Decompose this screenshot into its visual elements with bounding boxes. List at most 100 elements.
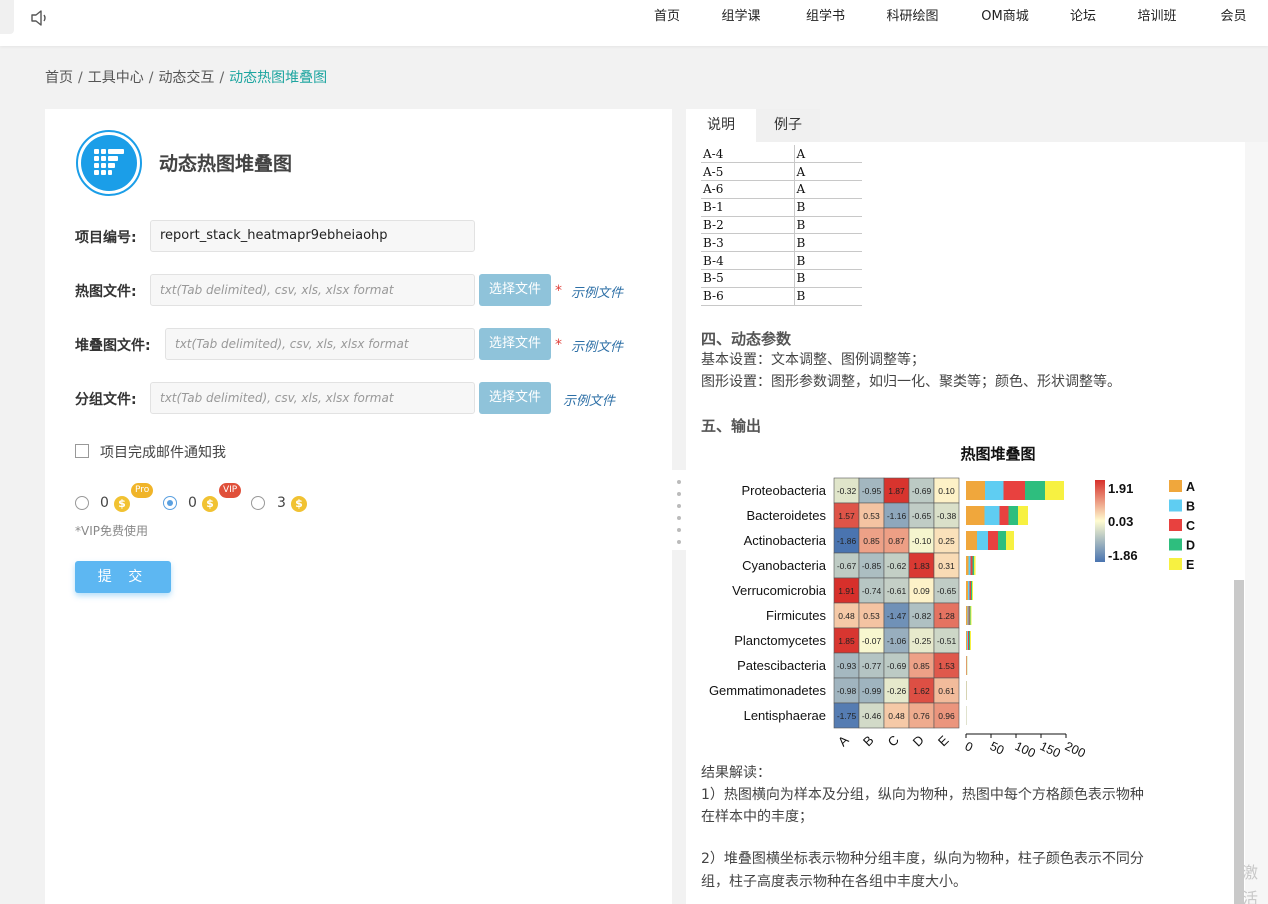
project-id-field[interactable]: report_stack_heatmapr9ebheiaohp xyxy=(150,220,475,252)
colorbar-max: 1.91 xyxy=(1108,481,1133,496)
table-row: A-5 A xyxy=(701,162,862,182)
group-file-label: 分组文件: xyxy=(75,392,137,408)
nav-item[interactable]: 培训班 xyxy=(1115,0,1199,34)
nav-item[interactable]: OM商城 xyxy=(959,0,1051,34)
stack-bar-segment xyxy=(977,531,988,550)
paragraph: 组，柱子高度表示物种在各组中丰度大小。 xyxy=(701,874,967,890)
group-file-table: A-4 A A-5 A A-6 A B-1 B B-2 B B-3 B B-4 B B-5 B B-6 B xyxy=(701,145,862,306)
submit-button[interactable]: 提 交 xyxy=(75,561,171,593)
vip-note: *VIP免费使用 xyxy=(75,524,148,538)
cell-value: -0.67 xyxy=(837,561,857,571)
group-example-link[interactable]: 示例文件 xyxy=(563,390,615,409)
stack-bar-segment xyxy=(970,556,973,575)
breadcrumb-item[interactable]: 工具中心 xyxy=(88,70,144,86)
stack-bar-segment xyxy=(1045,481,1064,500)
x-tick-label: 100 xyxy=(1013,739,1038,761)
main-nav: 首页 组学课 组学书 科研绘图 OM商城 论坛 培训班 会员 xyxy=(637,0,1268,34)
heatmap-choose-file-button[interactable]: 选择文件 xyxy=(479,274,551,306)
doc-tabs: 说明 例子 xyxy=(686,109,820,142)
stack-bar-segment xyxy=(966,631,967,650)
stack-file-input[interactable]: txt(Tab delimited), csv, xls, xlsx forma… xyxy=(165,328,475,360)
stack-bar-segment xyxy=(1003,481,1025,500)
row-label: Planctomycetes xyxy=(734,633,826,648)
cell-value: 0.09 xyxy=(913,586,930,596)
cell-value: -1.06 xyxy=(887,636,907,646)
scrollbar-thumb[interactable] xyxy=(1234,580,1244,904)
tab-example[interactable]: 例子 xyxy=(756,109,820,142)
price-option-radio[interactable] xyxy=(163,496,177,510)
stack-choose-file-button[interactable]: 选择文件 xyxy=(479,328,551,360)
panel-resize-handle[interactable] xyxy=(672,470,686,550)
table-cell: B-2 xyxy=(701,216,795,235)
stack-bar-segment xyxy=(971,581,972,600)
table-row: B-6 B xyxy=(701,287,862,306)
row-label: Bacteroidetes xyxy=(747,508,827,523)
breadcrumb-item[interactable]: 动态交互 xyxy=(158,70,214,86)
x-tick-label: 150 xyxy=(1038,739,1063,761)
row-label: Lentisphaerae xyxy=(744,708,826,723)
cell-value: 0.85 xyxy=(913,661,930,671)
cell-value: -0.51 xyxy=(937,636,957,646)
stack-bar-segment xyxy=(966,556,969,575)
stack-bar-segment xyxy=(972,581,973,600)
stack-bar-segment xyxy=(985,481,1004,500)
cell-value: -0.77 xyxy=(862,661,882,671)
section-title: 五、输出 xyxy=(701,417,762,435)
column-label: B xyxy=(860,732,877,749)
stack-bar-segment xyxy=(967,606,969,625)
cell-value: 1.91 xyxy=(838,586,855,596)
price-value: 3 xyxy=(277,495,286,511)
price-value: 0 xyxy=(188,495,197,511)
nav-item[interactable]: 首页 xyxy=(637,0,697,34)
email-notify-checkbox[interactable] xyxy=(75,444,89,458)
colorbar-min: -1.86 xyxy=(1108,548,1138,563)
legend-swatch xyxy=(1169,499,1182,512)
cell-value: 1.53 xyxy=(938,661,955,671)
cell-value: -0.74 xyxy=(862,586,882,596)
x-tick-label: 50 xyxy=(988,739,1007,758)
cell-value: 0.53 xyxy=(863,611,880,621)
stack-example-link[interactable]: 示例文件 xyxy=(571,336,623,355)
group-file-input[interactable]: txt(Tab delimited), csv, xls, xlsx forma… xyxy=(150,382,475,414)
coin-icon: $ xyxy=(114,496,130,512)
nav-item[interactable]: 科研绘图 xyxy=(866,0,959,34)
heatmap-example-link[interactable]: 示例文件 xyxy=(571,282,623,301)
price-option-radio[interactable] xyxy=(251,496,265,510)
nav-item[interactable]: 组学课 xyxy=(697,0,785,34)
cell-value: -0.62 xyxy=(887,561,907,571)
paragraph: 1）热图横向为样本及分组，纵向为物种，热图中每个方格颜色表示物种 xyxy=(701,787,1144,803)
stack-bar-segment xyxy=(998,531,1006,550)
row-label: Gemmatimonadetes xyxy=(709,683,827,698)
stack-bar-segment xyxy=(967,631,968,650)
breadcrumb-item[interactable]: 首页 xyxy=(45,70,73,86)
table-cell: A xyxy=(794,180,862,199)
table-cell: A xyxy=(794,162,862,182)
speaker-icon[interactable] xyxy=(30,9,50,27)
stack-bar-segment xyxy=(969,631,970,650)
cell-value: 0.76 xyxy=(913,711,930,721)
tab-description[interactable]: 说明 xyxy=(686,109,756,142)
stack-bar-segment xyxy=(972,556,974,575)
group-choose-file-button[interactable]: 选择文件 xyxy=(479,382,551,414)
paragraph: 图形设置：图形参数调整，如归一化、聚类等；颜色、形状调整等。 xyxy=(701,374,1121,390)
sidebar-toggle[interactable] xyxy=(0,0,14,34)
nav-item[interactable]: 组学书 xyxy=(785,0,866,34)
x-tick-label: 200 xyxy=(1063,739,1088,761)
cell-value: -0.82 xyxy=(912,611,932,621)
price-option-radio[interactable] xyxy=(75,496,89,510)
paragraph: 2）堆叠图横坐标表示物种分组丰度，纵向为物种，柱子颜色表示不同分 xyxy=(701,851,1144,867)
table-row: B-3 B xyxy=(701,233,862,253)
stack-bar-segment xyxy=(966,481,985,500)
table-cell: B-1 xyxy=(701,198,795,217)
cell-value: 1.83 xyxy=(913,561,930,571)
cell-value: 1.28 xyxy=(938,611,955,621)
nav-item[interactable]: 会员 xyxy=(1199,0,1268,34)
stack-bar-segment xyxy=(968,606,970,625)
legend-label: A xyxy=(1186,480,1195,494)
heatmap-grid-icon xyxy=(94,149,124,175)
row-label: Actinobacteria xyxy=(744,533,827,548)
nav-item[interactable]: 论坛 xyxy=(1051,0,1115,34)
heatmap-file-input[interactable]: txt(Tab delimited), csv, xls, xlsx forma… xyxy=(150,274,475,306)
cell-value: -0.10 xyxy=(912,536,932,546)
heatmap-stack-chart: 热图堆叠图 Proteobacteria -0.32 -0.95 1.87 -0.69 0.… xyxy=(709,445,1195,761)
